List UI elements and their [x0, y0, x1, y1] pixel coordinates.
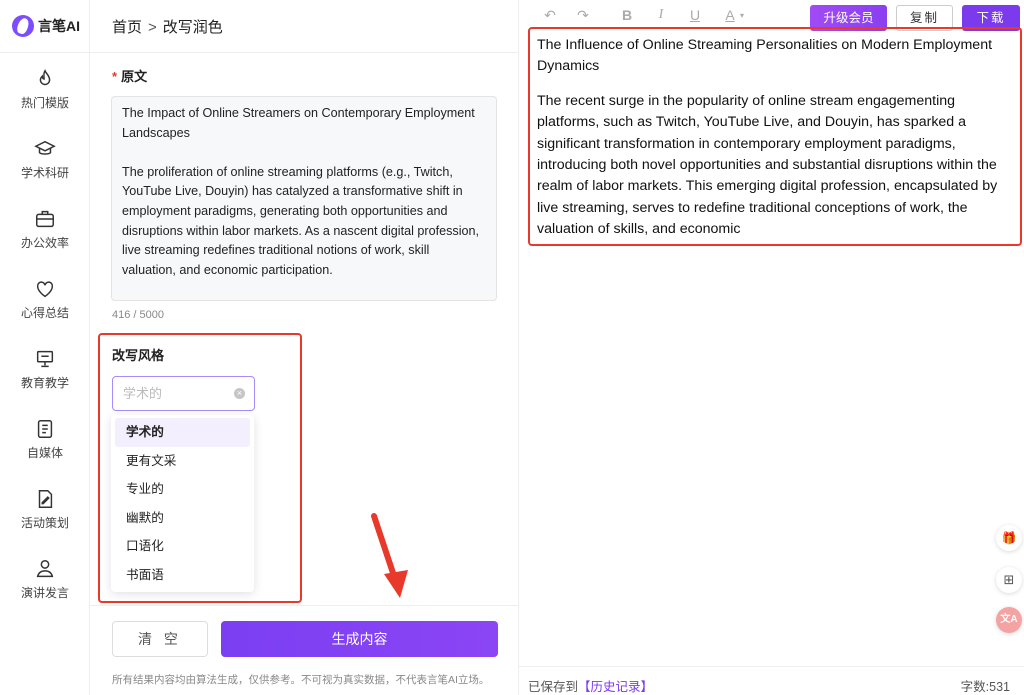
style-option[interactable]: 书面语: [111, 561, 254, 590]
character-counter: 416 / 5000: [112, 309, 164, 321]
sidebar-item-office[interactable]: 办公效率: [0, 208, 90, 268]
sidebar-item-label: 活动策划: [20, 516, 69, 530]
word-count: 字数:531: [960, 680, 1010, 694]
sidebar-item-speech[interactable]: 演讲发言: [0, 558, 90, 618]
document-icon: [37, 420, 53, 438]
rewrite-form-panel: 首页 > 改写润色 * 原文 The Impact of Online Streame…: [90, 0, 518, 695]
graduation-cap-icon: [34, 140, 56, 155]
sidebar-item-academic[interactable]: 学术科研: [0, 138, 90, 198]
source-title-text: The Impact of Online Streamers on Contem…: [122, 106, 475, 140]
sidebar-item-label: 办公效率: [20, 236, 69, 250]
sidebar-item-label: 自媒体: [26, 446, 63, 460]
presentation-board-icon: [36, 350, 54, 368]
translate-icon[interactable]: 文A: [996, 607, 1022, 633]
flame-icon: [39, 69, 51, 86]
clear-button[interactable]: 清 空: [112, 621, 208, 657]
sidebar-item-label: 热门模版: [20, 96, 69, 110]
heart-icon: [36, 281, 54, 298]
breadcrumb: 首页 > 改写润色: [112, 16, 223, 37]
actions-divider: [90, 605, 518, 606]
required-mark: *: [112, 69, 118, 84]
generate-button[interactable]: 生成内容: [221, 621, 498, 657]
logo-mark-icon: [12, 15, 34, 37]
style-select-placeholder: 学术的: [123, 386, 163, 401]
style-option[interactable]: 学术的: [115, 418, 250, 447]
speaker-icon: [36, 560, 54, 578]
save-status: 已保存到【历史记录】: [528, 676, 653, 695]
disclaimer-text: 所有结果内容均由算法生成，仅供参考。不可视为真实数据，不代表言笔AI立场。: [112, 674, 490, 686]
sidebar: 言笔AI 热门模版 学术科研 办公效率 心得总结 教育教学 自媒体 活动策划 演…: [0, 0, 90, 695]
gift-icon[interactable]: 🎁: [996, 525, 1022, 551]
style-option[interactable]: 更有文采: [111, 447, 254, 476]
output-body-text: The recent surge in the popularity of on…: [537, 92, 998, 238]
sidebar-item-summary[interactable]: 心得总结: [0, 278, 90, 338]
rewrite-style-select[interactable]: 学术的 ×: [112, 376, 255, 411]
history-link[interactable]: 【历史记录】: [578, 680, 653, 694]
style-dropdown-menu: 学术的 更有文采 专业的 幽默的 口语化 书面语: [111, 415, 254, 592]
editor-footer-divider: [519, 666, 1024, 667]
rewrite-style-label: 改写风格: [112, 348, 165, 363]
breadcrumb-home[interactable]: 首页: [112, 19, 142, 36]
sidebar-item-label: 演讲发言: [20, 586, 69, 600]
edit-document-icon: [38, 490, 53, 508]
underline-icon[interactable]: U: [686, 7, 704, 23]
sidebar-divider: [0, 52, 90, 53]
source-text-input[interactable]: The Impact of Online Streamers on Contem…: [111, 96, 497, 301]
editor-panel: ↶ ↷ B I U A ▾ 升级会员 复制 下载 The Influence o…: [518, 0, 1024, 695]
style-option[interactable]: 专业的: [111, 475, 254, 504]
breadcrumb-current: 改写润色: [162, 19, 223, 36]
undo-icon[interactable]: ↶: [541, 7, 559, 24]
apps-grid-icon[interactable]: ⊞: [996, 567, 1022, 593]
breadcrumb-separator: >: [148, 19, 157, 36]
style-option[interactable]: 幽默的: [111, 504, 254, 533]
chevron-down-icon[interactable]: ▾: [733, 11, 751, 20]
red-arrow-annotation: [371, 513, 408, 598]
saved-prefix: 已保存到: [528, 680, 579, 694]
sidebar-item-hot-templates[interactable]: 热门模版: [0, 68, 90, 128]
italic-icon[interactable]: I: [652, 7, 670, 23]
source-label-text: 原文: [121, 69, 148, 84]
style-option[interactable]: 口语化: [111, 532, 254, 561]
source-text-label: * 原文: [112, 66, 147, 85]
source-body-text: The proliferation of online streaming pl…: [122, 164, 480, 277]
clear-selection-icon[interactable]: ×: [234, 388, 245, 399]
header-divider: [90, 52, 518, 53]
sidebar-item-label: 教育教学: [20, 376, 69, 390]
sidebar-item-label: 学术科研: [20, 166, 69, 180]
app-logo[interactable]: 言笔AI: [12, 14, 80, 38]
sidebar-item-education[interactable]: 教育教学: [0, 348, 90, 408]
output-editor[interactable]: The Influence of Online Streaming Person…: [537, 35, 1019, 254]
sidebar-item-self-media[interactable]: 自媒体: [0, 418, 90, 478]
bold-icon[interactable]: B: [618, 7, 636, 23]
output-title-text: The Influence of Online Streaming Person…: [537, 37, 993, 75]
logo-text: 言笔AI: [38, 18, 80, 34]
briefcase-icon: [36, 210, 54, 228]
sidebar-item-event-planning[interactable]: 活动策划: [0, 488, 90, 548]
redo-icon[interactable]: ↷: [574, 7, 592, 24]
sidebar-item-label: 心得总结: [20, 306, 69, 320]
